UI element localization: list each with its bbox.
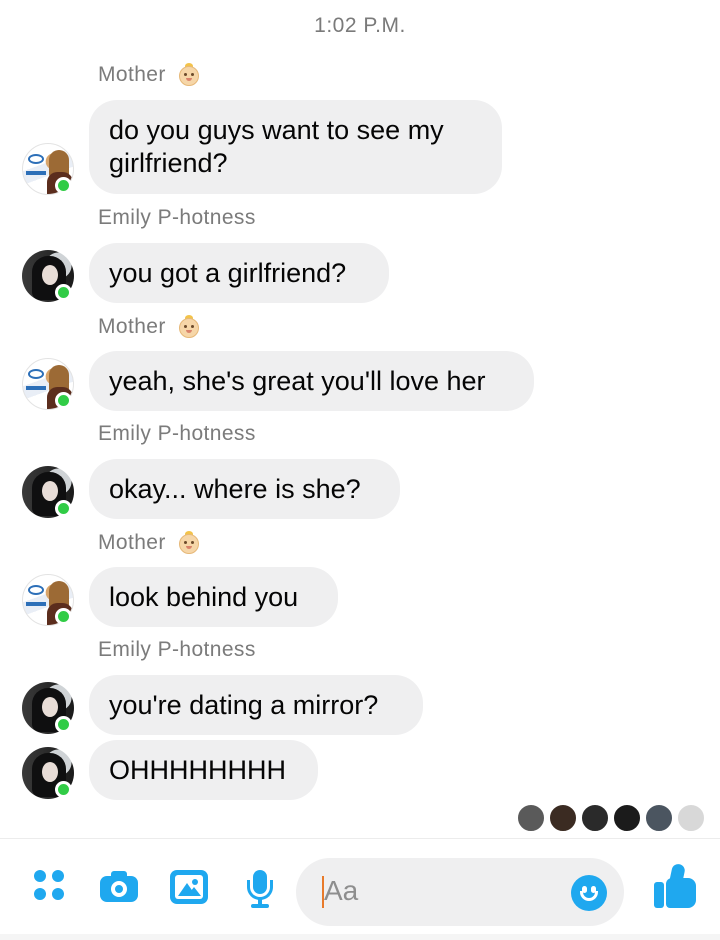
message-bubble[interactable]: do you guys want to see my girlfriend? — [89, 100, 502, 194]
emoji-icon[interactable] — [571, 875, 607, 911]
online-indicator — [55, 608, 72, 625]
thumbs-up-icon[interactable] — [654, 862, 698, 908]
online-indicator — [55, 500, 72, 517]
seen-avatar — [644, 803, 674, 833]
online-indicator — [55, 284, 72, 301]
sender-name: Mother — [98, 314, 202, 340]
read-receipts[interactable] — [516, 803, 706, 833]
apps-icon[interactable] — [34, 870, 66, 902]
timestamp: 1:02 P.M. — [314, 14, 406, 37]
divider — [0, 838, 720, 839]
sender-name: Mother — [98, 62, 202, 88]
sender-name: Emily P-hotness — [98, 638, 256, 661]
seen-avatar — [676, 803, 706, 833]
seen-avatar — [612, 803, 642, 833]
camera-icon[interactable] — [100, 870, 138, 902]
seen-avatar — [548, 803, 578, 833]
message-bubble[interactable]: yeah, she's great you'll love her — [89, 351, 534, 411]
microphone-icon[interactable] — [246, 870, 274, 910]
message-bubble[interactable]: you're dating a mirror? — [89, 675, 423, 735]
message-bubble[interactable]: OHHHHHHHH — [89, 740, 318, 800]
online-indicator — [55, 392, 72, 409]
seen-avatar — [580, 803, 610, 833]
message-composer: Aa — [0, 850, 720, 934]
sender-name: Emily P-hotness — [98, 422, 256, 445]
message-bubble[interactable]: you got a girlfriend? — [89, 243, 389, 303]
sender-name: Emily P-hotness — [98, 206, 256, 229]
input-placeholder: Aa — [324, 875, 359, 906]
baby-emoji-icon — [176, 62, 202, 88]
online-indicator — [55, 716, 72, 733]
baby-emoji-icon — [176, 530, 202, 556]
bottom-edge — [0, 934, 720, 940]
image-icon[interactable] — [170, 870, 208, 904]
sender-name: Mother — [98, 530, 202, 556]
online-indicator — [55, 781, 72, 798]
online-indicator — [55, 177, 72, 194]
seen-avatar — [516, 803, 546, 833]
message-bubble[interactable]: look behind you — [89, 567, 338, 627]
message-bubble[interactable]: okay... where is she? — [89, 459, 400, 519]
baby-emoji-icon — [176, 314, 202, 340]
message-input[interactable]: Aa — [296, 858, 624, 926]
